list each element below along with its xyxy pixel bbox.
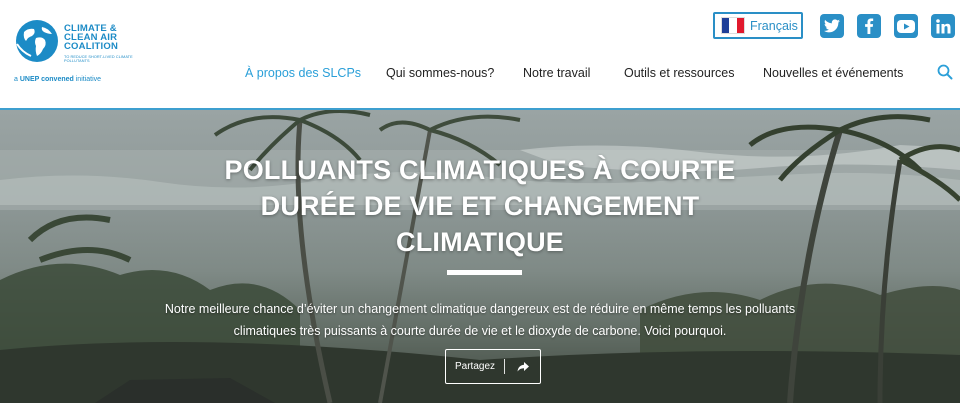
france-flag-icon <box>721 17 745 34</box>
facebook-button[interactable] <box>857 14 881 38</box>
globe-logo-icon <box>16 20 58 62</box>
logo-tagline: TO REDUCE SHORT-LIVED CLIMATE POLLUTANTS <box>64 55 133 64</box>
nav-who-we-are[interactable]: Qui sommes-nous? <box>386 66 494 84</box>
unep-line: a UNEP convened initiative <box>14 76 102 83</box>
linkedin-icon <box>935 18 950 33</box>
youtube-icon <box>897 19 915 33</box>
youtube-button[interactable] <box>894 14 918 38</box>
language-button[interactable]: Français <box>713 12 803 39</box>
share-separator <box>504 359 505 374</box>
twitter-icon <box>824 19 840 33</box>
twitter-button[interactable] <box>820 14 844 38</box>
hero-banner: POLLUANTS CLIMATIQUES À COURTE DURÉE DE … <box>0 110 960 403</box>
hero-divider <box>447 270 522 275</box>
share-button[interactable]: Partagez <box>445 349 541 384</box>
nav-tools-resources[interactable]: Outils et ressources <box>624 66 734 84</box>
nav-our-work[interactable]: Notre travail <box>523 66 590 84</box>
logo-wordmark: CLIMATE & CLEAN AIR COALITION <box>64 24 119 52</box>
linkedin-button[interactable] <box>931 14 955 38</box>
search-icon[interactable] <box>937 64 953 80</box>
flag-stripe-white <box>729 18 737 33</box>
flag-stripe-red <box>736 18 744 33</box>
share-label: Partagez <box>454 361 496 372</box>
site-header: CLIMATE & CLEAN AIR COALITION TO REDUCE … <box>0 0 960 110</box>
flag-stripe-blue <box>722 18 730 33</box>
language-label: Français <box>750 18 798 33</box>
nav-about-slcps[interactable]: À propos des SLCPs <box>245 66 361 84</box>
hero-subtitle: Notre meilleure chance d’éviter un chang… <box>164 302 796 338</box>
ccac-logo[interactable]: CLIMATE & CLEAN AIR COALITION TO REDUCE … <box>12 16 142 88</box>
share-arrow-icon <box>505 361 540 372</box>
hero-title: POLLUANTS CLIMATIQUES À COURTE DURÉE DE … <box>224 155 736 257</box>
nav-news-events[interactable]: Nouvelles et événements <box>763 66 903 84</box>
logo-line-3: COALITION <box>64 41 119 52</box>
facebook-icon <box>865 18 874 34</box>
